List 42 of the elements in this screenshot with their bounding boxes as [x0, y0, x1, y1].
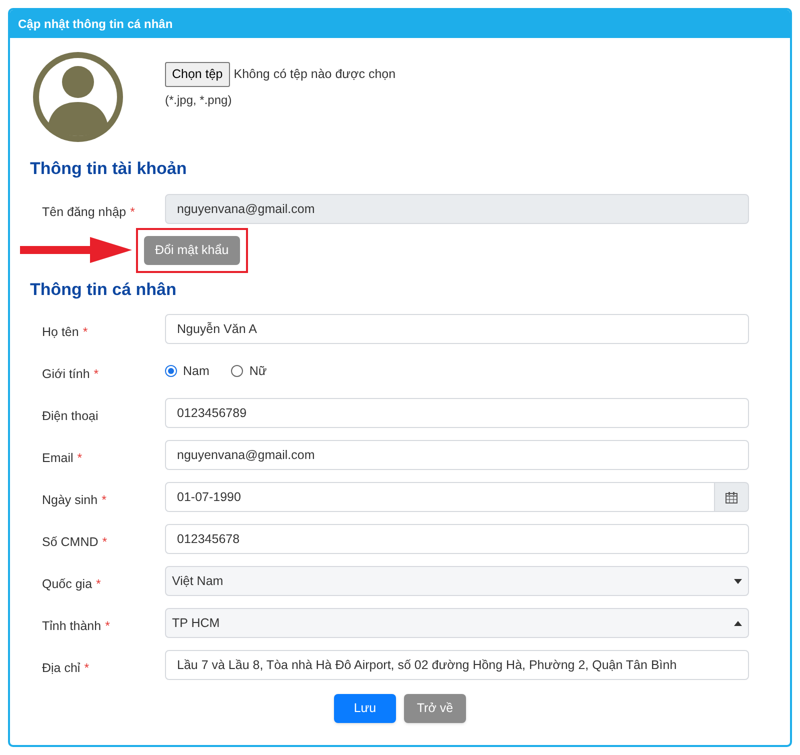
field-label: Email	[42, 450, 74, 467]
arrow-icon	[20, 237, 132, 263]
gender-radio[interactable]: Nữ	[231, 362, 267, 380]
required-mark: *	[77, 450, 82, 467]
section-heading: Thông tin cá nhân	[30, 278, 178, 301]
calendar-icon	[725, 490, 738, 504]
text-field[interactable]: 0123456789	[165, 398, 749, 428]
field-label: Họ tên	[42, 324, 79, 341]
required-mark: *	[130, 204, 135, 220]
select-field[interactable]: Việt Nam	[165, 566, 749, 596]
text-field[interactable]: 012345678	[165, 524, 749, 554]
field-label: Tên đăng nhập	[42, 204, 126, 221]
text-field[interactable]: Nguyễn Văn A	[165, 314, 749, 344]
field-label: Tỉnh thành	[42, 618, 102, 635]
save-button[interactable]: Lưu	[334, 694, 396, 723]
caret-icon	[734, 578, 742, 584]
calendar-button[interactable]	[715, 482, 749, 512]
required-mark: *	[102, 492, 106, 509]
field-label: Ngày sinh	[42, 492, 98, 509]
required-mark: *	[82, 324, 88, 341]
required-mark: *	[102, 534, 108, 551]
required-mark: *	[105, 618, 110, 635]
text-field[interactable]: Lầu 7 và Lầu 8, Tòa nhà Hà Đô Airport, số 02 đường Hồng Hà, Phường 2, Quận Tân Bình	[165, 650, 749, 680]
required-mark: *	[94, 366, 99, 383]
file-hint: (*.jpg, *.png)	[165, 92, 233, 109]
panel-title: Cập nhật thông tin cá nhân	[18, 16, 173, 33]
field-label: Giới tính	[42, 366, 90, 383]
field-label: Điện thoại	[42, 408, 98, 425]
required-mark: *	[96, 576, 101, 593]
file-status: Không có tệp nào được chọn	[234, 66, 396, 84]
date-field[interactable]: 01-07-1990	[165, 482, 715, 512]
avatar-icon	[33, 52, 123, 142]
field-label: Địa chỉ	[42, 660, 80, 677]
field-label: Quốc gia	[42, 576, 92, 593]
required-mark: *	[84, 660, 90, 677]
gender-radio[interactable]: Nam	[165, 362, 210, 380]
select-field[interactable]: TP HCM	[165, 608, 749, 638]
text-field[interactable]: nguyenvana@gmail.com	[165, 440, 749, 470]
section-heading: Thông tin tài khoản	[30, 158, 188, 180]
field-label: Số CMND	[42, 534, 98, 551]
caret-icon	[734, 620, 742, 626]
choose-file-button[interactable]: Chọn tệp	[165, 62, 230, 87]
